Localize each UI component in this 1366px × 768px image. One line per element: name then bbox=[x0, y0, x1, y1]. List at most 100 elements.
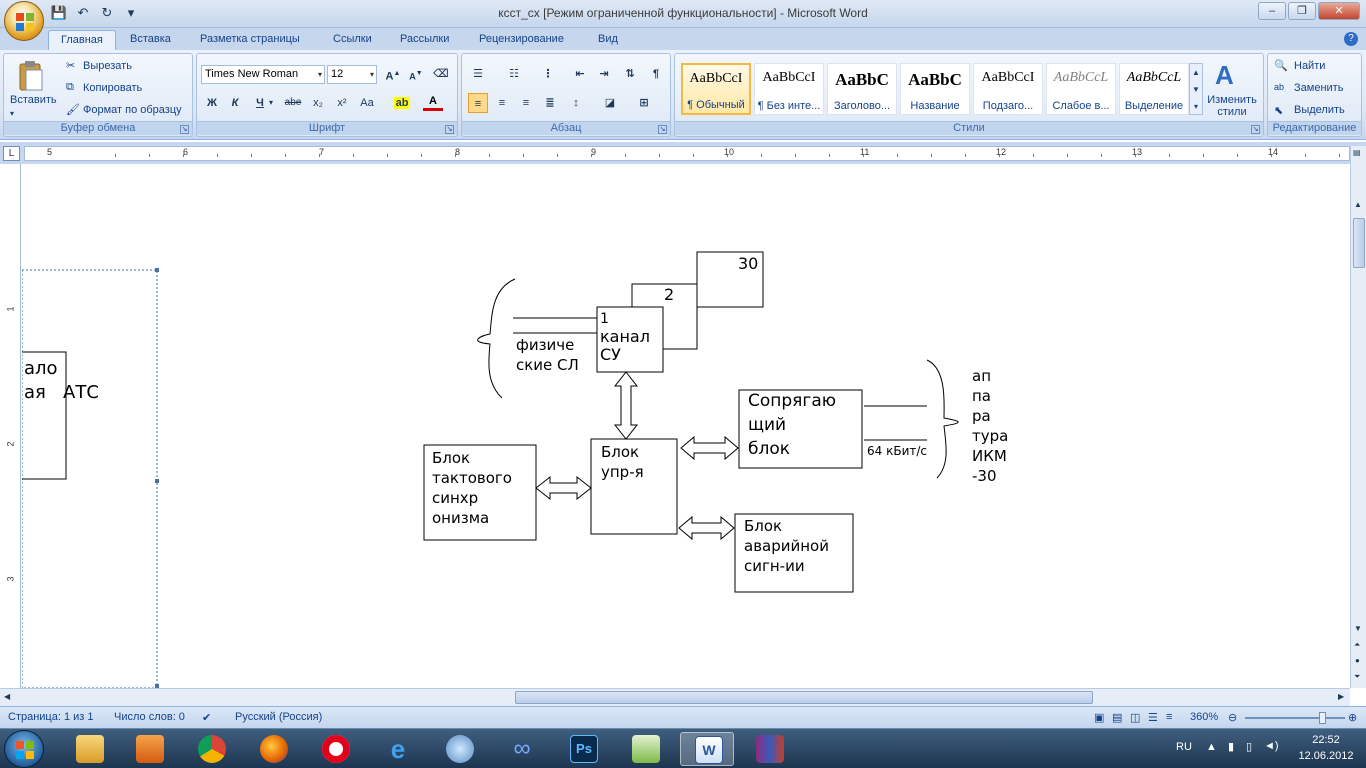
font-name-combo[interactable]: Times New Roman ▾ bbox=[201, 65, 325, 84]
ruler-toggle-icon[interactable]: ▤ bbox=[1353, 148, 1361, 157]
zoom-slider-thumb[interactable] bbox=[1319, 712, 1326, 724]
line-spacing-icon[interactable]: ↕ bbox=[566, 93, 586, 113]
clock-date[interactable]: 12.06.2012 bbox=[1288, 750, 1364, 762]
zoom-out-icon[interactable]: ⊖ bbox=[1228, 711, 1237, 724]
office-button[interactable] bbox=[4, 1, 44, 41]
taskbar-ie[interactable]: e bbox=[370, 732, 424, 766]
tab-references[interactable]: Ссылки bbox=[333, 30, 372, 50]
highlight-icon[interactable]: ab bbox=[392, 93, 412, 113]
taskbar-media-player[interactable] bbox=[122, 732, 176, 766]
taskbar-photoshop[interactable]: Ps bbox=[556, 732, 610, 766]
taskbar-firefox[interactable] bbox=[246, 732, 300, 766]
document-canvas[interactable]: ало ая АТС 30 2 1 канал СУ физиче ские С… bbox=[22, 164, 1350, 688]
numbering-icon[interactable]: ☷ bbox=[504, 64, 524, 84]
shrink-font-icon[interactable]: A▼ bbox=[406, 64, 426, 84]
maximize-button[interactable]: ❐ bbox=[1288, 2, 1316, 20]
format-painter-button[interactable]: Формат по образцу bbox=[83, 104, 182, 116]
cut-icon[interactable]: ✂ bbox=[66, 59, 75, 72]
close-button[interactable]: ✕ bbox=[1318, 2, 1360, 20]
select-button[interactable]: Выделить bbox=[1294, 104, 1345, 116]
view-draft-icon[interactable]: ≡ bbox=[1166, 711, 1172, 723]
grow-font-icon[interactable]: A▲ bbox=[383, 64, 403, 84]
view-full-screen-icon[interactable]: ▤ bbox=[1112, 711, 1122, 724]
show-marks-icon[interactable]: ¶ bbox=[646, 64, 666, 84]
change-styles-button[interactable]: Изменить стили bbox=[1205, 94, 1259, 118]
shading-icon[interactable]: ◪ bbox=[600, 93, 620, 113]
scroll-left-icon[interactable]: ◀ bbox=[4, 692, 10, 701]
taskbar-word[interactable]: W bbox=[680, 732, 734, 766]
language-indicator[interactable]: Русский (Россия) bbox=[235, 711, 322, 723]
select-icon[interactable]: ⬉ bbox=[1274, 104, 1283, 117]
clock-time[interactable]: 22:52 bbox=[1298, 734, 1354, 746]
next-page-icon[interactable]: ⏷ bbox=[1354, 672, 1360, 682]
taskbar-chrome[interactable] bbox=[184, 732, 238, 766]
vertical-scrollbar[interactable]: ▤ ▲ ▼ ⏶ ● ⏷ bbox=[1350, 146, 1366, 688]
styles-scroll[interactable]: ▲ ▼ ▾ bbox=[1189, 63, 1203, 115]
tab-insert[interactable]: Вставка bbox=[130, 30, 171, 50]
decrease-indent-icon[interactable]: ⇤ bbox=[570, 64, 590, 84]
browse-object-icon[interactable]: ● bbox=[1355, 656, 1360, 665]
prev-page-icon[interactable]: ⏶ bbox=[1354, 640, 1360, 650]
clear-formatting-icon[interactable]: ⌫ bbox=[431, 64, 451, 84]
change-case-button[interactable]: Aa bbox=[357, 93, 377, 113]
minimize-button[interactable]: – bbox=[1258, 2, 1286, 20]
align-right-icon[interactable]: ≡ bbox=[516, 93, 536, 113]
help-icon[interactable]: ? bbox=[1344, 32, 1358, 46]
start-button[interactable] bbox=[4, 730, 44, 768]
volume-icon[interactable]: ◄) bbox=[1264, 740, 1279, 752]
cut-button[interactable]: Вырезать bbox=[83, 60, 132, 72]
show-hidden-icons-icon[interactable]: ▲ bbox=[1206, 741, 1217, 753]
tab-review[interactable]: Рецензирование bbox=[479, 30, 564, 50]
zoom-slider[interactable] bbox=[1245, 717, 1345, 719]
view-print-layout-icon[interactable]: ▣ bbox=[1094, 711, 1104, 724]
change-styles-icon[interactable]: A bbox=[1215, 60, 1234, 91]
tab-selector[interactable]: L bbox=[3, 146, 20, 161]
battery-icon[interactable]: ▯ bbox=[1246, 740, 1252, 753]
bullets-icon[interactable]: ☰ bbox=[468, 64, 488, 84]
taskbar-app-loop[interactable]: ∞ bbox=[494, 732, 548, 766]
style-subtitle[interactable]: AaBbCcI Подзаго... bbox=[973, 63, 1043, 115]
borders-icon[interactable]: ⊞ bbox=[634, 93, 654, 113]
replace-icon[interactable]: ab bbox=[1274, 82, 1284, 92]
tab-view[interactable]: Вид bbox=[598, 30, 618, 50]
taskbar-search-app[interactable] bbox=[432, 732, 486, 766]
taskbar-mathcad[interactable] bbox=[618, 732, 672, 766]
find-button[interactable]: Найти bbox=[1294, 60, 1325, 72]
zoom-in-icon[interactable]: ⊕ bbox=[1348, 711, 1357, 724]
font-launcher-icon[interactable]: ↘ bbox=[445, 125, 454, 134]
page-count[interactable]: Страница: 1 из 1 bbox=[8, 711, 94, 723]
language-bar[interactable]: RU bbox=[1176, 741, 1192, 753]
multilevel-list-icon[interactable]: ⋮ bbox=[538, 64, 558, 84]
copy-icon[interactable]: ⧉ bbox=[66, 81, 74, 94]
taskbar-explorer[interactable] bbox=[62, 732, 116, 766]
network-icon[interactable]: ▮ bbox=[1228, 740, 1234, 753]
find-icon[interactable]: 🔍 bbox=[1274, 59, 1288, 72]
font-color-icon[interactable]: A bbox=[423, 93, 443, 111]
paste-icon[interactable] bbox=[16, 60, 46, 92]
selection-handle[interactable] bbox=[155, 479, 159, 483]
copy-button[interactable]: Копировать bbox=[83, 82, 142, 94]
scroll-right-icon[interactable]: ▶ bbox=[1338, 692, 1344, 701]
paste-button[interactable]: Вставить bbox=[10, 94, 57, 106]
justify-icon[interactable]: ≣ bbox=[540, 93, 560, 113]
tab-mailings[interactable]: Рассылки bbox=[400, 30, 449, 50]
vertical-scroll-thumb[interactable] bbox=[1353, 218, 1365, 268]
view-outline-icon[interactable]: ☰ bbox=[1148, 711, 1158, 724]
horizontal-scrollbar[interactable]: ◀ ▶ bbox=[0, 688, 1350, 706]
horizontal-ruler[interactable]: 5 6 7 8 9 10 11 12 13 14 bbox=[24, 146, 1350, 161]
style-title[interactable]: AaBbC Название bbox=[900, 63, 970, 115]
replace-button[interactable]: Заменить bbox=[1294, 82, 1343, 94]
increase-indent-icon[interactable]: ⇥ bbox=[594, 64, 614, 84]
scroll-up-icon[interactable]: ▲ bbox=[1354, 200, 1362, 209]
tab-page-layout[interactable]: Разметка страницы bbox=[200, 30, 300, 50]
zoom-level[interactable]: 360% bbox=[1190, 711, 1218, 723]
strikethrough-button[interactable]: abe bbox=[283, 93, 303, 113]
style-heading1[interactable]: AaBbC Заголово... bbox=[827, 63, 897, 115]
align-left-icon[interactable]: ≡ bbox=[468, 93, 488, 113]
styles-launcher-icon[interactable]: ↘ bbox=[1251, 125, 1260, 134]
clipboard-launcher-icon[interactable]: ↘ bbox=[180, 125, 189, 134]
word-count[interactable]: Число слов: 0 bbox=[114, 711, 185, 723]
tab-home[interactable]: Главная bbox=[48, 30, 116, 50]
paragraph-launcher-icon[interactable]: ↘ bbox=[658, 125, 667, 134]
view-web-icon[interactable]: ◫ bbox=[1130, 711, 1140, 724]
